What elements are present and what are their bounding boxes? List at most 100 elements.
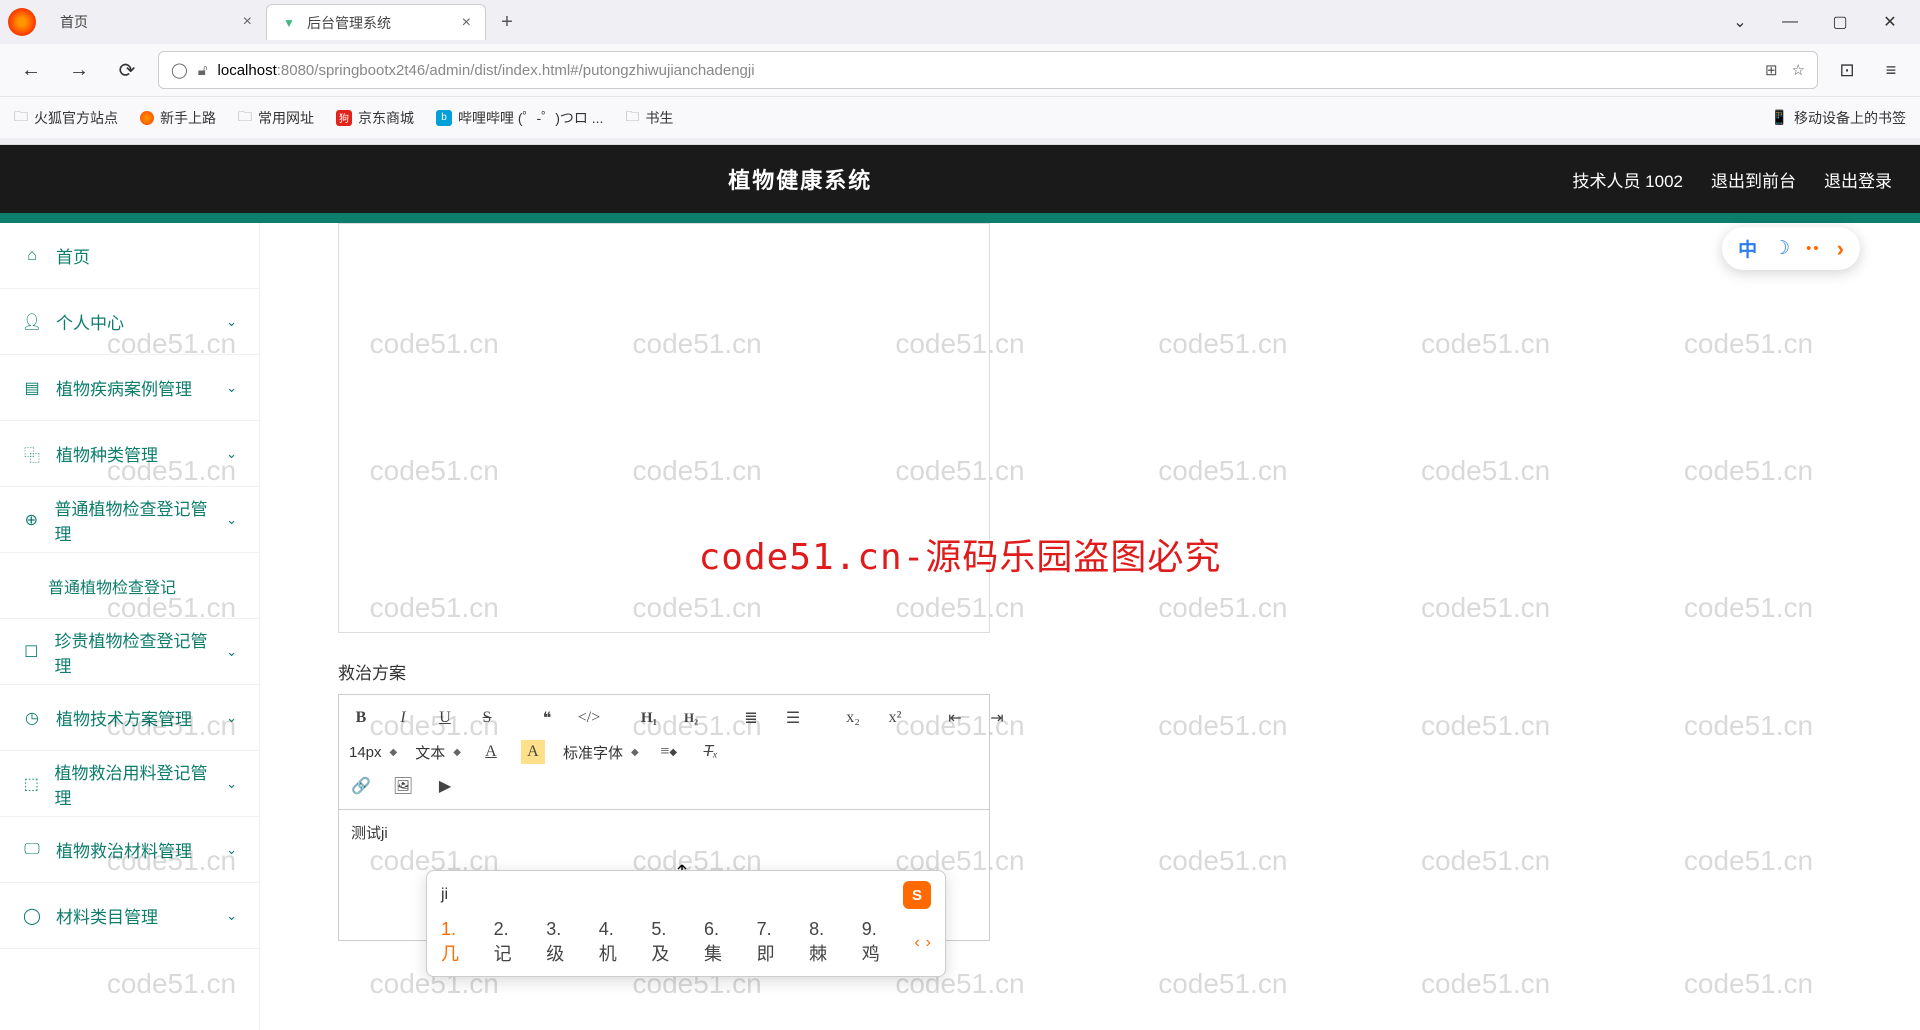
close-icon[interactable]: × [462, 14, 471, 32]
ime-candidate[interactable]: 3.级 [546, 919, 577, 966]
new-tab-button[interactable]: + [492, 7, 522, 37]
bookmark-jd[interactable]: 狗京东商城 [336, 108, 414, 128]
font-color-button[interactable]: A [479, 740, 503, 764]
address-bar[interactable]: ◯ 🔓︎ localhost:8080/springbootx2t46/admi… [158, 51, 1818, 89]
dots-icon[interactable]: •• [1806, 240, 1821, 257]
ime-popup: ji S 1.几 2.记 3.级 4.机 5.及 6.集 7.即 8.棘 9.鸡… [426, 870, 946, 977]
ime-candidate[interactable]: 2.记 [494, 919, 525, 966]
user-icon: 👤︎ [22, 312, 42, 332]
star-icon[interactable]: ☆ [1792, 61, 1805, 79]
ime-candidate[interactable]: 9.鸡 [862, 919, 893, 966]
image-button[interactable]: 🖼 [391, 774, 415, 798]
text-type-select[interactable]: 文本◆ [415, 742, 461, 763]
minimize-icon[interactable]: — [1780, 12, 1800, 32]
chevron-down-icon: ⌄ [226, 908, 237, 924]
copy-icon: ⿻ [22, 444, 42, 464]
menu-icon[interactable]: ≡ [1876, 55, 1906, 85]
h2-button[interactable]: H₂ [679, 706, 703, 730]
sidebar-item-label: 首页 [56, 243, 90, 268]
sidebar-item-category[interactable]: ◯材料类目管理⌄ [0, 883, 259, 949]
arrow-right-icon[interactable]: › [1837, 236, 1844, 262]
clock-icon: ◷ [22, 708, 42, 728]
sidebar-item-tech[interactable]: ◷植物技术方案管理⌄ [0, 685, 259, 751]
chevron-down-icon: ⌄ [226, 380, 237, 396]
sidebar-item-precious-check[interactable]: ☐珍贵植物检查登记管理⌄ [0, 619, 259, 685]
bookmark-mobile[interactable]: 📱移动设备上的书签 [1771, 108, 1906, 128]
code-button[interactable]: </> [577, 706, 601, 730]
subscript-button[interactable]: x₂ [841, 706, 865, 730]
accent-bar [0, 213, 1920, 223]
chevron-down-icon: ⌄ [226, 314, 237, 330]
unordered-list-button[interactable]: ☰ [781, 706, 805, 730]
chevron-down-icon: ⌄ [226, 644, 237, 660]
address-row: ← → ⟳ ◯ 🔓︎ localhost:8080/springbootx2t4… [0, 44, 1920, 96]
ime-candidate[interactable]: 7.即 [757, 919, 788, 966]
ime-candidate[interactable]: 8.棘 [809, 919, 840, 966]
vue-icon: ▼ [281, 15, 297, 31]
moon-icon[interactable]: ☽ [1773, 237, 1790, 260]
ime-candidate[interactable]: 1.几 [441, 919, 472, 966]
close-icon[interactable]: × [243, 13, 252, 31]
ime-candidate[interactable]: 4.机 [599, 919, 630, 966]
quote-button[interactable]: ❝ [535, 706, 559, 730]
url-text: localhost:8080/springbootx2t46/admin/dis… [218, 62, 755, 79]
shield-icon: ◯ [171, 61, 188, 79]
ime-lang-label[interactable]: 中 [1738, 235, 1757, 262]
sidebar-item-species[interactable]: ⿻植物种类管理⌄ [0, 421, 259, 487]
tab-home[interactable]: 首页 × [46, 4, 266, 40]
chevron-down-icon[interactable]: ⌄ [1730, 12, 1750, 32]
bg-color-button[interactable]: A [521, 740, 545, 764]
reload-button[interactable]: ⟳ [110, 53, 144, 87]
bookmark-newbie[interactable]: 新手上路 [140, 108, 216, 128]
forward-button[interactable]: → [62, 53, 96, 87]
clear-format-button[interactable]: Tₓ [699, 740, 723, 764]
sidebar-item-profile[interactable]: 👤︎个人中心⌄ [0, 289, 259, 355]
sidebar-item-home[interactable]: ⌂首页 [0, 223, 259, 289]
floating-ime-bar[interactable]: 中 ☽ •• › [1722, 227, 1860, 270]
close-window-icon[interactable]: ✕ [1880, 12, 1900, 32]
sidebar-item-normal-check-reg[interactable]: 普通植物检查登记 [0, 553, 259, 619]
bookmark-bilibili[interactable]: b哔哩哔哩 (゜-゜)つロ ... [436, 108, 603, 128]
sidebar-item-material-mgr[interactable]: 🖵植物救治材料管理⌄ [0, 817, 259, 883]
user-label[interactable]: 技术人员 1002 [1572, 167, 1683, 192]
chevron-down-icon: ⌄ [226, 446, 237, 462]
indent-left-button[interactable]: ⇤ [943, 706, 967, 730]
superscript-button[interactable]: x² [883, 706, 907, 730]
ime-candidate[interactable]: 5.及 [651, 919, 682, 966]
sidebar-item-label: 材料类目管理 [56, 903, 158, 928]
ime-input: ji [441, 886, 448, 904]
ime-candidate[interactable]: 6.集 [704, 919, 735, 966]
back-button[interactable]: ← [14, 53, 48, 87]
video-button[interactable]: ▶ [433, 774, 457, 798]
maximize-icon[interactable]: ▢ [1830, 12, 1850, 32]
sidebar-item-label: 植物救治用料登记管理 [55, 759, 213, 809]
sidebar-item-normal-check[interactable]: ⊕普通植物检查登记管理⌄ [0, 487, 259, 553]
bookmark-shusheng[interactable]: 🗀书生 [625, 106, 673, 130]
chevron-down-icon: ⌄ [226, 842, 237, 858]
bookmark-common[interactable]: 🗀常用网址 [238, 106, 314, 130]
doc-icon: ▤ [22, 378, 42, 398]
qr-icon[interactable]: ⊞ [1765, 61, 1778, 79]
ime-prev-icon[interactable]: ‹ [914, 934, 919, 952]
ordered-list-button[interactable]: ≣ [739, 706, 763, 730]
to-front-link[interactable]: 退出到前台 [1711, 167, 1796, 192]
italic-button[interactable]: I [391, 706, 415, 730]
font-family-select[interactable]: 标准字体◆ [563, 742, 639, 763]
sidebar-item-disease[interactable]: ▤植物疾病案例管理⌄ [0, 355, 259, 421]
align-select[interactable]: ≡ ◆ [657, 740, 681, 764]
tab-admin[interactable]: ▼ 后台管理系统 × [266, 4, 486, 40]
extensions-icon[interactable]: ⊡ [1832, 55, 1862, 85]
link-button[interactable]: 🔗 [349, 774, 373, 798]
sidebar-item-label: 珍贵植物检查登记管理 [55, 627, 213, 677]
h1-button[interactable]: H₁ [637, 706, 661, 730]
logout-link[interactable]: 退出登录 [1824, 167, 1892, 192]
ime-next-icon[interactable]: › [926, 934, 931, 952]
strike-button[interactable]: S [475, 706, 499, 730]
underline-button[interactable]: U [433, 706, 457, 730]
indent-right-button[interactable]: ⇥ [985, 706, 1009, 730]
tab-label: 首页 [60, 12, 88, 32]
sidebar-item-material-reg[interactable]: ⬚植物救治用料登记管理⌄ [0, 751, 259, 817]
bold-button[interactable]: B [349, 706, 373, 730]
bookmark-firefox[interactable]: 🗀火狐官方站点 [14, 106, 118, 130]
font-size-select[interactable]: 14px◆ [349, 744, 397, 761]
